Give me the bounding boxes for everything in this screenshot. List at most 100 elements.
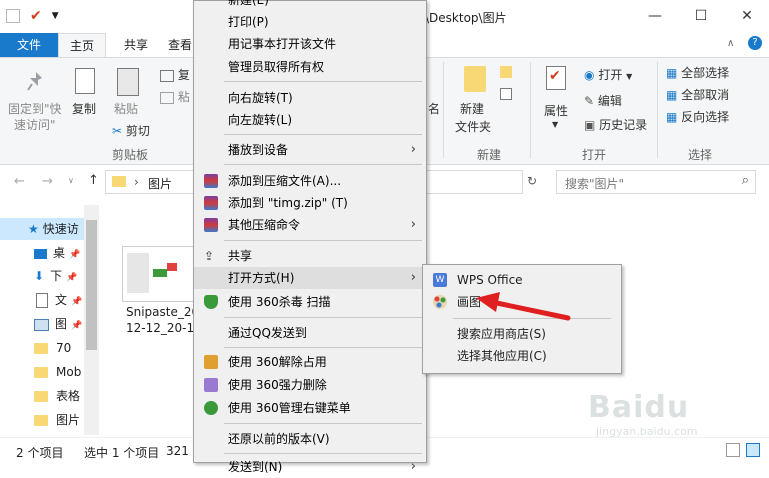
menu-item-open-notepad[interactable]: 用记事本打开该文件 bbox=[194, 33, 426, 55]
menu-item-360-menu-manager[interactable]: 使用 360管理右键菜单 bbox=[194, 397, 426, 419]
menu-item-share[interactable]: ⇪ 共享 bbox=[194, 245, 426, 267]
paste-button[interactable]: 粘贴 bbox=[114, 100, 138, 117]
context-menu: 新建(E) 打印(P) 用记事本打开该文件 管理员取得所有权 向右旋转(T) 向… bbox=[193, 0, 427, 474]
nav-item-documents[interactable]: 文 📌 bbox=[0, 289, 84, 311]
tab-file[interactable]: 文件 bbox=[0, 33, 58, 57]
nav-item-folder-table[interactable]: 表格 bbox=[0, 385, 84, 407]
submenu-item-search-store[interactable]: 搜索应用商店(S) bbox=[423, 323, 621, 345]
360-icon bbox=[204, 401, 218, 415]
search-box[interactable]: 搜索"图片" ⌕ bbox=[556, 170, 756, 194]
select-group-label: 选择 bbox=[688, 148, 713, 162]
invert-selection-button[interactable]: ▦ 反向选择 bbox=[666, 108, 729, 125]
paste-shortcut-button[interactable]: 粘 bbox=[160, 88, 190, 105]
select-all-button[interactable]: ▦ 全部选择 bbox=[666, 64, 729, 81]
menu-item-new[interactable]: 新建(E) bbox=[194, 0, 426, 11]
picture-icon bbox=[34, 318, 49, 331]
chevron-right-icon: › bbox=[410, 459, 416, 474]
history-icon: ▣ bbox=[584, 118, 596, 132]
menu-separator bbox=[224, 347, 422, 348]
edit-icon: ✎ bbox=[584, 94, 595, 108]
nav-item-downloads[interactable]: ⬇ 下 📌 bbox=[0, 265, 84, 287]
rename-button[interactable]: 名 bbox=[428, 100, 440, 117]
history-button[interactable]: ▣ 历史记录 bbox=[584, 116, 647, 133]
pin-quick-access-label-2: 速访问" bbox=[14, 118, 56, 132]
menu-item-open-with[interactable]: 打开方式(H) › bbox=[194, 267, 426, 289]
search-input[interactable]: 搜索"图片" bbox=[565, 175, 624, 192]
nav-item-folder-mob[interactable]: Mob bbox=[0, 361, 84, 383]
selected-size: 321 bbox=[166, 444, 189, 458]
copy-icon bbox=[75, 68, 95, 94]
menu-item-print[interactable]: 打印(P) bbox=[194, 11, 426, 33]
winrar-icon bbox=[204, 196, 218, 210]
menu-item-add-to-archive[interactable]: 添加到压缩文件(A)... bbox=[194, 170, 426, 192]
chevron-right-icon: › bbox=[410, 142, 416, 157]
menu-item-cast-to-device[interactable]: 播放到设备 › bbox=[194, 139, 426, 161]
menu-item-restore-versions[interactable]: 还原以前的版本(V) bbox=[194, 428, 426, 450]
file-name[interactable]: Snipaste_20 bbox=[126, 305, 199, 319]
up-arrow-icon[interactable]: ↑ bbox=[88, 173, 99, 188]
nav-item-folder-70[interactable]: 70 bbox=[0, 337, 84, 359]
help-icon[interactable]: ? bbox=[748, 36, 762, 50]
search-icon[interactable]: ⌕ bbox=[742, 173, 749, 188]
menu-item-rotate-right[interactable]: 向右旋转(T) bbox=[194, 87, 426, 109]
paint-palette-icon bbox=[433, 295, 447, 309]
nav-item-folder-pictures[interactable]: 图片 bbox=[0, 409, 84, 431]
folder-icon bbox=[34, 415, 48, 426]
close-button[interactable]: ✕ bbox=[724, 0, 769, 32]
submenu-item-choose-app[interactable]: 选择其他应用(C) bbox=[423, 345, 621, 367]
menu-item-other-compress[interactable]: 其他压缩命令 › bbox=[194, 214, 426, 236]
breadcrumb-current[interactable]: 图片 bbox=[148, 175, 172, 192]
details-view-icon[interactable] bbox=[726, 443, 740, 457]
properties-dropdown-icon[interactable]: ▼ bbox=[552, 120, 558, 129]
submenu-item-wps-office[interactable]: W WPS Office bbox=[423, 269, 621, 291]
folder-icon bbox=[34, 343, 48, 354]
menu-item-360-unlock[interactable]: 使用 360解除占用 bbox=[194, 351, 426, 373]
properties-icon: ✔ bbox=[546, 66, 566, 90]
pin-icon: 📌 bbox=[69, 250, 81, 260]
winrar-icon bbox=[204, 218, 218, 232]
tab-share[interactable]: 共享 bbox=[112, 33, 160, 57]
tab-home[interactable]: 主页 bbox=[58, 33, 106, 57]
open-button[interactable]: ◉ 打开 ▼ bbox=[584, 66, 632, 83]
menu-item-360-force-delete[interactable]: 使用 360强力删除 bbox=[194, 374, 426, 396]
new-folder-icon bbox=[464, 66, 486, 92]
nav-item-quick-access[interactable]: ★ 快速访 bbox=[0, 218, 84, 240]
open-icon: ◉ bbox=[584, 68, 595, 82]
recent-dropdown-icon[interactable]: ∨ bbox=[68, 176, 74, 185]
file-thumbnail[interactable] bbox=[122, 246, 198, 302]
menu-item-send-qq[interactable]: 通过QQ发送到 bbox=[194, 322, 426, 344]
nav-item-desktop[interactable]: 桌 📌 bbox=[0, 242, 84, 264]
checkmark-icon[interactable]: ✔ bbox=[30, 8, 42, 24]
new-folder-button[interactable]: 新建 bbox=[460, 100, 484, 117]
shredder-icon bbox=[204, 378, 218, 392]
customize-dropdown-icon[interactable]: ▼ bbox=[52, 11, 59, 21]
item-count: 2 个项目 bbox=[16, 446, 64, 460]
chevron-up-icon[interactable]: ∧ bbox=[727, 38, 734, 49]
refresh-icon[interactable]: ↻ bbox=[527, 174, 537, 188]
menu-item-take-ownership[interactable]: 管理员取得所有权 bbox=[194, 56, 426, 78]
menu-item-360-scan[interactable]: 使用 360杀毒 扫描 bbox=[194, 291, 426, 313]
select-none-button[interactable]: ▦ 全部取消 bbox=[666, 86, 729, 103]
menu-item-send-to[interactable]: 发送到(N) › bbox=[194, 456, 426, 478]
maximize-button[interactable]: ☐ bbox=[678, 0, 724, 32]
menu-item-add-to-zip[interactable]: 添加到 "timg.zip" (T) bbox=[194, 192, 426, 214]
new-item-icon[interactable] bbox=[500, 66, 512, 78]
properties-button[interactable]: 属性 bbox=[544, 102, 568, 119]
group-divider bbox=[530, 62, 531, 158]
cut-button[interactable]: ✂ 剪切 bbox=[112, 122, 150, 139]
minimize-button[interactable]: — bbox=[632, 0, 678, 32]
easy-access-icon[interactable] bbox=[500, 88, 512, 100]
pin-icon: 📌 bbox=[71, 297, 83, 307]
edit-button[interactable]: ✎ 编辑 bbox=[584, 92, 622, 109]
menu-item-rotate-left[interactable]: 向左旋转(L) bbox=[194, 109, 426, 131]
pin-quick-access-button[interactable]: 固定到"快 bbox=[8, 100, 62, 117]
copy-button[interactable]: 复制 bbox=[72, 100, 96, 117]
nav-item-pictures[interactable]: 图 📌 bbox=[0, 313, 84, 335]
properties-icon[interactable] bbox=[6, 9, 20, 23]
copy-path-button[interactable]: 复 bbox=[160, 66, 190, 83]
tab-view[interactable]: 查看 bbox=[166, 33, 194, 57]
nav-scrollbar-thumb[interactable] bbox=[86, 220, 97, 350]
large-icons-view-icon[interactable] bbox=[746, 443, 760, 457]
back-arrow-icon[interactable]: ← bbox=[14, 174, 25, 189]
forward-arrow-icon[interactable]: → bbox=[42, 174, 53, 189]
